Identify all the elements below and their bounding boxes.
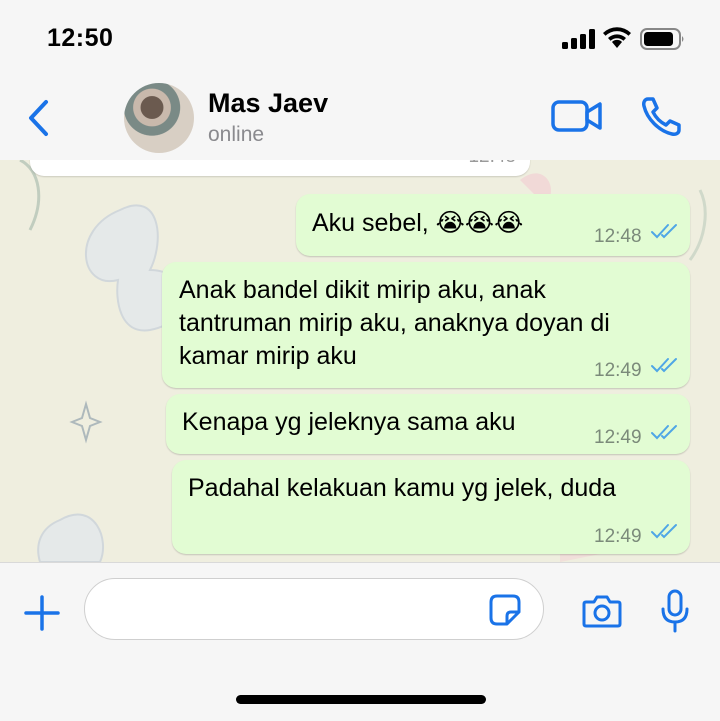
message-text: Aku sebel, 😭😭😭 [312,209,524,237]
video-camera-icon[interactable] [551,98,603,134]
phone-icon[interactable] [640,96,682,138]
microphone-icon[interactable] [660,589,690,633]
outgoing-message[interactable]: Anak bandel dikit mirip aku, anak tantru… [162,262,690,388]
status-time: 12:50 [47,24,114,52]
message-time: 12:48 [468,160,516,168]
outgoing-message[interactable]: Aku sebel, 😭😭😭 12:48 [296,194,690,256]
message-time: 12:48 [594,226,642,247]
cellular-signal-icon [562,29,595,49]
contact-status: online [208,123,265,146]
message-input[interactable] [84,578,544,640]
message-text: Kenapa yg jeleknya sama aku [182,408,516,436]
message-text: Padahal kelakuan kamu yg jelek, duda [188,474,617,502]
message-time: 12:49 [594,427,642,448]
message-time: 12:49 [594,360,642,381]
outgoing-message[interactable]: Padahal kelakuan kamu yg jelek, duda 12:… [172,460,690,554]
composer-bar [0,562,720,721]
home-indicator [236,695,486,704]
read-receipt-icon [651,358,677,373]
plus-icon[interactable] [22,593,62,633]
read-receipt-icon [651,524,677,539]
message-text: Anak bandel dikit mirip aku, anak tantru… [179,276,610,370]
chevron-left-icon[interactable] [26,98,52,138]
message-list[interactable]: 12:48 Aku sebel, 😭😭😭 12:48 Anak bandel d… [0,160,720,562]
battery-icon [640,28,684,50]
camera-icon[interactable] [582,594,622,628]
contact-avatar[interactable] [124,83,194,153]
outgoing-message[interactable]: Kenapa yg jeleknya sama aku 12:49 [166,394,690,454]
message-time: 12:49 [594,526,642,547]
read-receipt-icon [651,425,677,440]
read-receipt-icon [651,224,677,239]
previous-message-bubble[interactable]: 12:48 [30,160,530,176]
wifi-icon [603,27,631,48]
contact-name[interactable]: Mas Jaev [208,88,328,119]
chat-header: Mas Jaev online [0,78,720,161]
status-bar: 12:50 [0,0,720,78]
sticker-icon[interactable] [489,594,521,626]
